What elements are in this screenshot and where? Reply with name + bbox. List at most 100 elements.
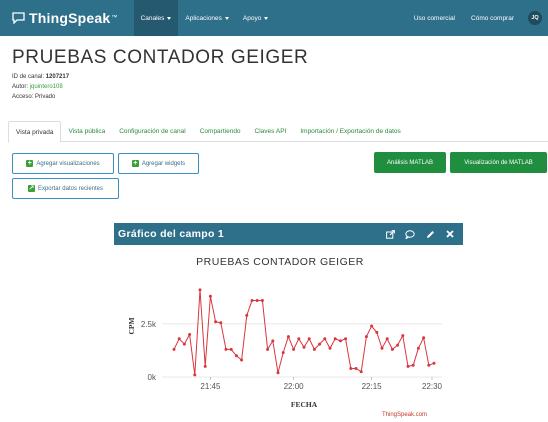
data-point[interactable]: [401, 334, 405, 338]
data-point[interactable]: [354, 367, 358, 370]
matlab-analysis-button[interactable]: Análisis MATLAB: [374, 152, 446, 173]
data-point[interactable]: [250, 299, 254, 302]
add-visualizations-button[interactable]: + Agregar visualizaciones: [12, 153, 114, 174]
data-point[interactable]: [312, 347, 316, 351]
pencil-icon[interactable]: [423, 227, 437, 241]
nav-link-commercial-use[interactable]: Uso comercial: [406, 0, 463, 36]
data-point[interactable]: [203, 364, 207, 368]
matlab-visualization-button[interactable]: Visualización de MATLAB: [450, 152, 547, 173]
data-point[interactable]: [224, 347, 228, 351]
data-point[interactable]: [234, 354, 238, 358]
data-point[interactable]: [188, 333, 192, 336]
comment-icon[interactable]: [403, 227, 417, 241]
caret-down-icon: [224, 16, 229, 20]
add-widgets-button[interactable]: + Agregar widgets: [118, 153, 199, 174]
data-point[interactable]: [380, 346, 384, 350]
data-point[interactable]: [172, 347, 176, 351]
x-tick-label: 21:45: [200, 382, 221, 391]
tab-public-view[interactable]: Vista pública: [61, 121, 112, 142]
data-point[interactable]: [396, 343, 400, 347]
button-label: Exportar datos recientes: [37, 185, 104, 192]
data-point[interactable]: [302, 345, 306, 349]
chat-bubble-icon: [12, 12, 25, 24]
nav-menu-label: Aplicaciones: [185, 14, 222, 22]
data-point[interactable]: [208, 294, 212, 298]
data-point[interactable]: [416, 346, 420, 350]
data-point[interactable]: [245, 313, 249, 317]
external-link-icon[interactable]: [383, 227, 397, 241]
data-point[interactable]: [359, 370, 363, 374]
data-point[interactable]: [349, 367, 353, 370]
data-point[interactable]: [328, 346, 332, 350]
tab-sharing[interactable]: Compartiendo: [193, 121, 248, 142]
export-data-button[interactable]: ↗ Exportar datos recientes: [12, 178, 119, 199]
data-point[interactable]: [292, 347, 296, 351]
brand-name: ThingSpeak: [29, 10, 111, 26]
data-point[interactable]: [411, 363, 415, 367]
data-point[interactable]: [260, 299, 264, 302]
channel-author-row: Autor: jquintero108: [12, 82, 69, 92]
button-label: Agregar visualizaciones: [36, 160, 100, 167]
tab-private-view[interactable]: Vista privada: [8, 121, 62, 143]
plus-icon: +: [131, 160, 139, 167]
data-point[interactable]: [323, 337, 327, 341]
x-tick-label: 22:30: [422, 382, 443, 391]
data-point[interactable]: [271, 339, 275, 343]
data-point[interactable]: [177, 337, 181, 341]
nav-menu-apoyo[interactable]: Apoyo: [236, 0, 275, 36]
data-point[interactable]: [370, 324, 374, 328]
channel-access-label: Acceso:: [12, 94, 34, 100]
chart-widget-header: Gráfico del campo 1: [114, 223, 463, 245]
data-point[interactable]: [406, 364, 410, 368]
export-icon: ↗: [27, 185, 35, 192]
data-point[interactable]: [390, 347, 394, 351]
tab-api-keys[interactable]: Claves API: [248, 121, 294, 142]
close-icon[interactable]: [443, 227, 457, 241]
tab-channel-settings[interactable]: Configuración de canal: [112, 121, 193, 142]
thingspeak-credit[interactable]: ThingSpeak.com: [382, 412, 427, 418]
data-point[interactable]: [432, 361, 436, 365]
data-point[interactable]: [385, 337, 389, 341]
data-point[interactable]: [266, 347, 270, 351]
data-point[interactable]: [214, 320, 218, 324]
x-tick-label: 22:00: [284, 382, 305, 391]
data-point[interactable]: [307, 337, 311, 341]
brand-logo[interactable]: ThingSpeak ™: [12, 10, 118, 26]
channel-author-link[interactable]: jquintero108: [30, 84, 63, 90]
data-point[interactable]: [193, 373, 197, 377]
nav-link-how-to-buy[interactable]: Cómo comprar: [463, 0, 522, 36]
channel-tabs: Vista privada Vista pública Configuració…: [8, 121, 548, 143]
data-point[interactable]: [318, 342, 322, 346]
data-point[interactable]: [344, 337, 348, 341]
data-point[interactable]: [286, 335, 290, 339]
data-point[interactable]: [364, 335, 368, 339]
data-point[interactable]: [198, 288, 202, 292]
data-point[interactable]: [229, 347, 233, 351]
widget-title: Gráfico del campo 1: [118, 228, 225, 240]
top-navbar: ThingSpeak ™ Canales Aplicaciones Apoyo U…: [0, 0, 548, 36]
data-point[interactable]: [240, 358, 244, 362]
data-point[interactable]: [297, 337, 301, 341]
data-point[interactable]: [276, 371, 280, 375]
data-point[interactable]: [219, 321, 223, 325]
nav-menu-aplicaciones[interactable]: Aplicaciones: [178, 0, 236, 36]
data-point[interactable]: [281, 351, 285, 355]
data-point[interactable]: [375, 330, 379, 334]
data-point[interactable]: [255, 299, 259, 302]
button-label: Agregar widgets: [141, 160, 186, 167]
data-point[interactable]: [182, 342, 186, 346]
data-point[interactable]: [333, 337, 337, 341]
y-tick-label: 0k: [148, 373, 157, 382]
data-point[interactable]: [427, 363, 431, 367]
avatar[interactable]: JQ: [528, 11, 542, 25]
y-tick-label: 2.5k: [141, 320, 157, 329]
nav-menu-canales[interactable]: Canales: [133, 0, 179, 36]
data-point[interactable]: [338, 339, 342, 343]
nav-menu-label: Apoyo: [242, 14, 262, 22]
x-axis-label: FECHA: [291, 400, 318, 409]
data-point[interactable]: [422, 336, 426, 340]
nav-menu-label: Canales: [140, 14, 165, 22]
tab-import-export[interactable]: Importación / Exportación de datos: [293, 121, 407, 142]
channel-author-label: Autor:: [12, 84, 29, 90]
line-chart: PRUEBAS CONTADOR GEIGER CPM FECHA 0k 2.5k…: [127, 256, 443, 409]
